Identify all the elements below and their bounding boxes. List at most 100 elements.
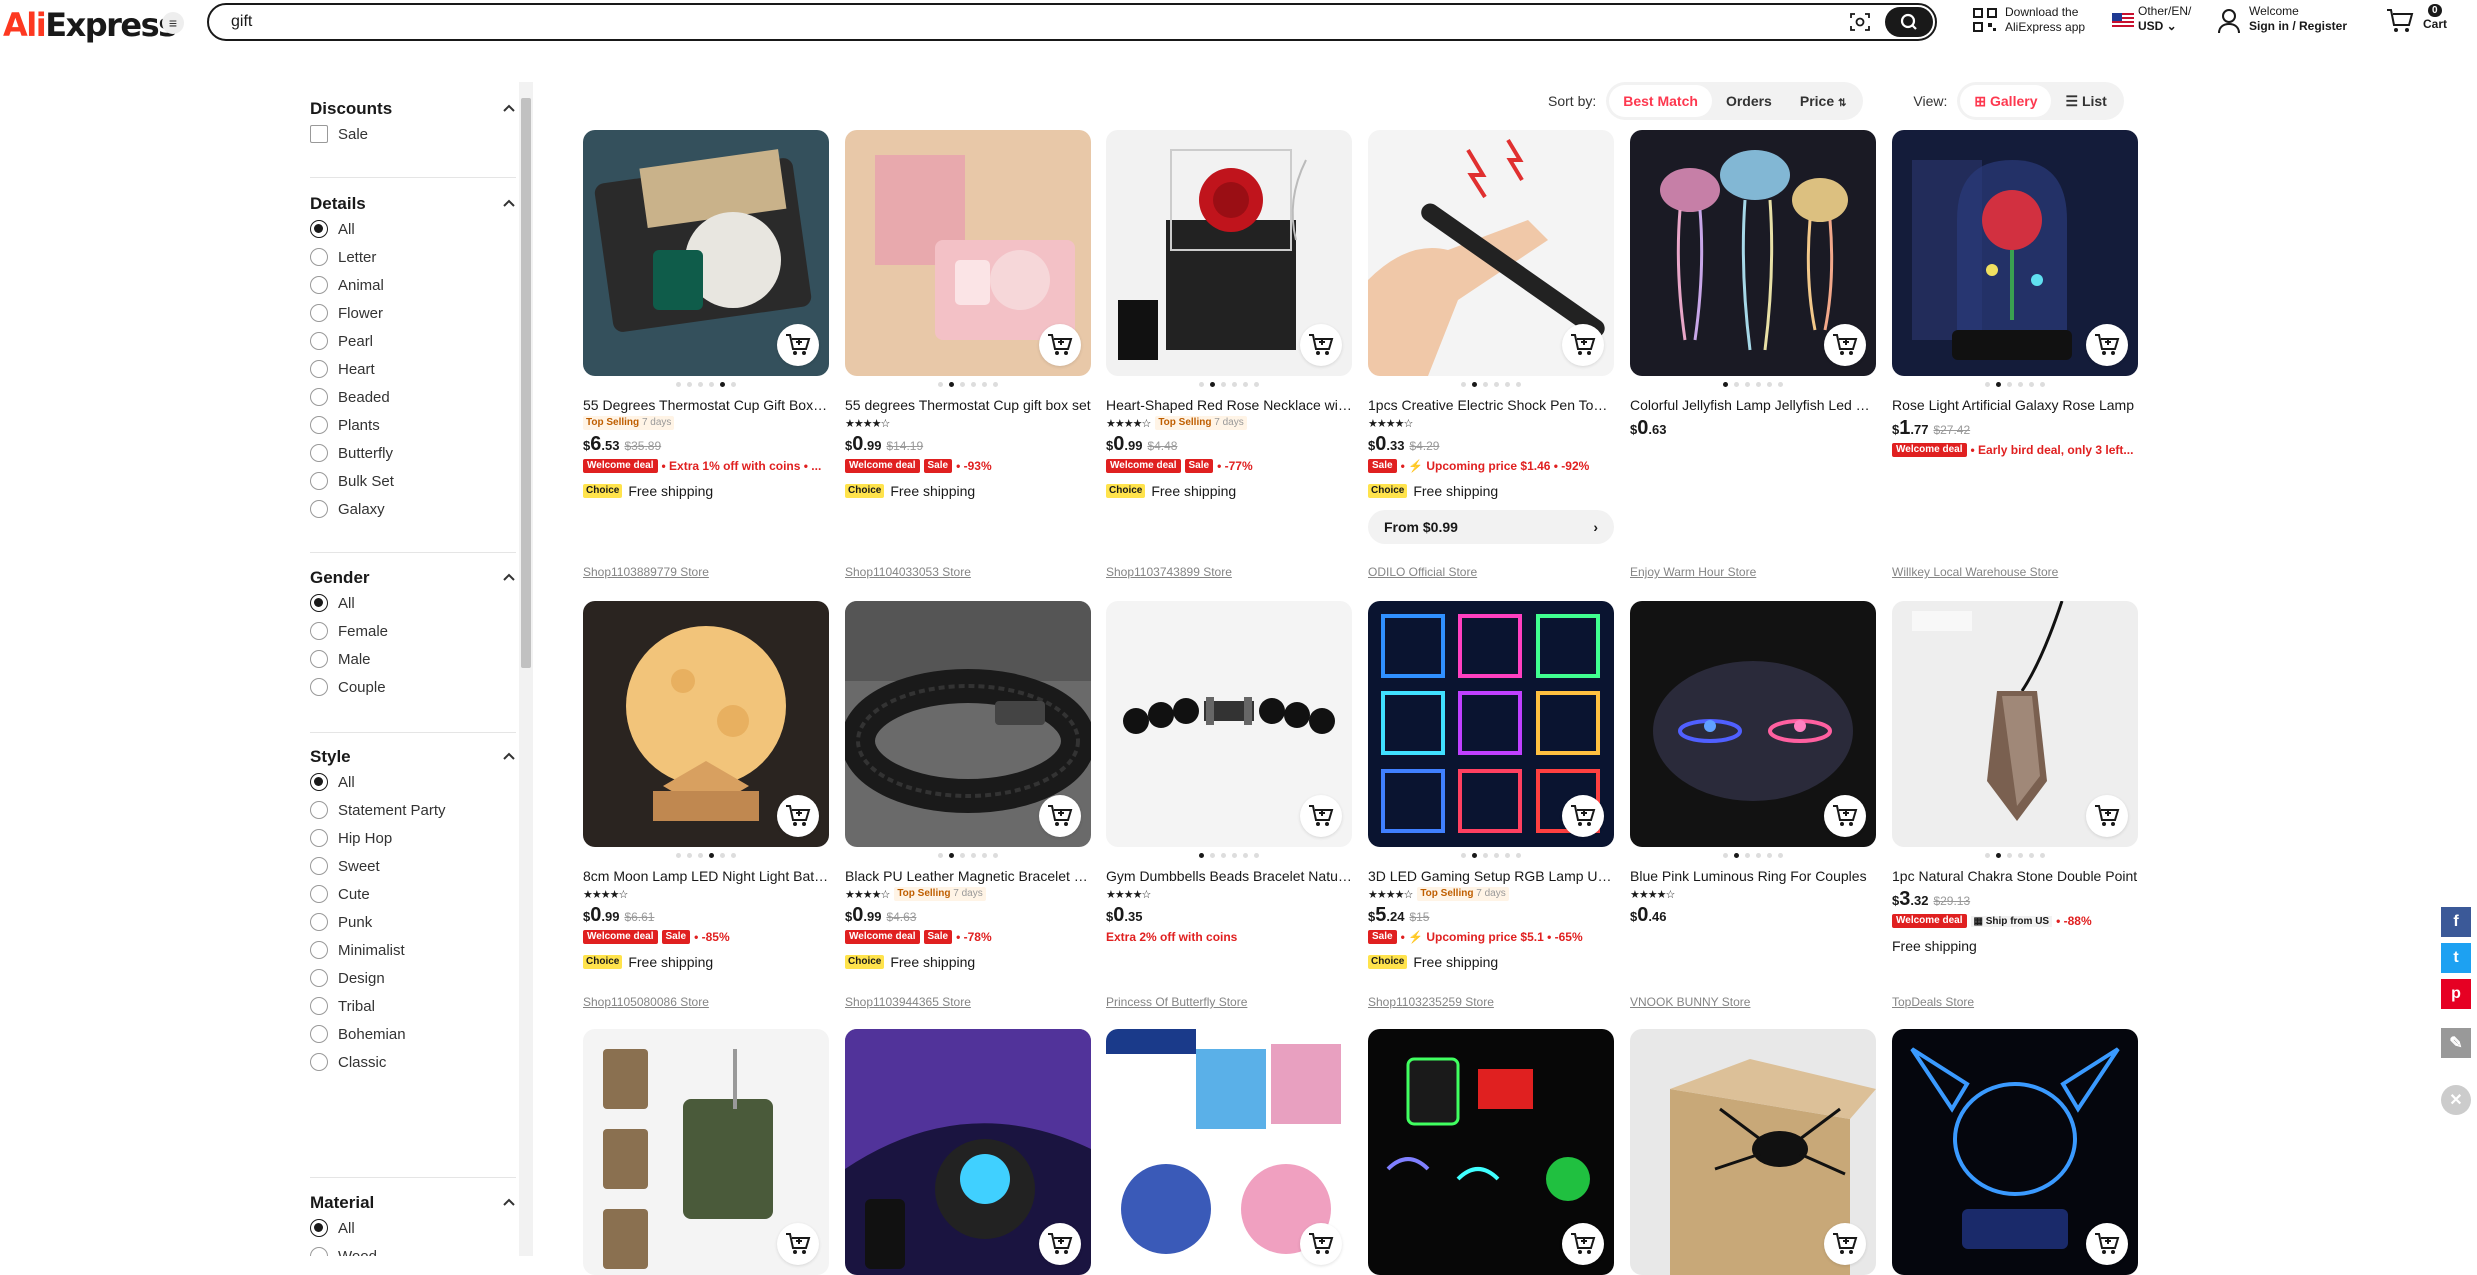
add-to-cart-button[interactable] [2086,795,2128,837]
add-to-cart-button[interactable] [777,324,819,366]
product-image[interactable] [845,130,1091,376]
image-carousel-dots[interactable] [845,853,1091,863]
product-image[interactable] [1892,130,2138,376]
carousel-dot[interactable] [676,853,681,858]
product-card[interactable]: Blue Pink Luminous Ring For Couples ★★★★☆… [1630,601,1876,1009]
add-to-cart-button[interactable] [2086,1223,2128,1265]
radio-button[interactable] [310,332,328,350]
product-image[interactable] [1368,130,1614,376]
radio-button[interactable] [310,1247,328,1256]
carousel-dot[interactable] [982,382,987,387]
carousel-dot[interactable] [1483,382,1488,387]
product-title[interactable]: Heart-Shaped Red Rose Necklace with Gift… [1106,395,1352,415]
product-image[interactable] [1630,130,1876,376]
carousel-dot[interactable] [1756,853,1761,858]
radio-button[interactable] [310,941,328,959]
product-card[interactable] [845,1029,1091,1275]
filter-option[interactable]: Tribal [310,992,516,1020]
radio-button[interactable] [310,220,328,238]
cart[interactable]: 0 Cart [2386,4,2447,32]
view-gallery[interactable]: ⊞ Gallery [1960,85,2052,117]
carousel-dot[interactable] [1734,853,1739,858]
carousel-dot[interactable] [1461,853,1466,858]
product-title[interactable]: Colorful Jellyfish Lamp Jellyfish Led La… [1630,395,1876,415]
store-link[interactable]: Shop1105080086 Store [583,995,709,1009]
add-to-cart-button[interactable] [777,795,819,837]
image-carousel-dots[interactable] [1368,853,1614,863]
store-link[interactable]: ODILO Official Store [1368,565,1477,579]
radio-button[interactable] [310,997,328,1015]
filter-option[interactable]: Flower [310,299,516,327]
add-to-cart-button[interactable] [1039,1223,1081,1265]
image-carousel-dots[interactable] [583,853,829,863]
product-image[interactable] [1630,1029,1876,1275]
menu-icon[interactable]: ≡ [162,12,184,34]
pinterest-share-icon[interactable]: p [2441,979,2471,1009]
carousel-dot[interactable] [2018,853,2023,858]
filter-option[interactable]: Bohemian [310,1020,516,1048]
filter-option[interactable]: Plants [310,411,516,439]
carousel-dot[interactable] [1472,853,1477,858]
carousel-dot[interactable] [731,853,736,858]
filter-option[interactable]: Heart [310,355,516,383]
search-input[interactable] [231,12,1831,32]
filter-option[interactable]: Pearl [310,327,516,355]
store-link[interactable]: Princess Of Butterfly Store [1106,995,1247,1009]
product-title[interactable]: 1pc Natural Chakra Stone Double Point [1892,866,2138,886]
radio-button[interactable] [310,248,328,266]
product-card[interactable]: 3D LED Gaming Setup RGB Lamp USB ★★★★☆ Top… [1368,601,1614,1009]
product-title[interactable]: 55 degrees Thermostat Cup gift box set [845,395,1091,415]
product-image[interactable] [845,601,1091,847]
carousel-dot[interactable] [1756,382,1761,387]
radio-button[interactable] [310,416,328,434]
add-to-cart-button[interactable] [1300,324,1342,366]
search-button[interactable] [1885,7,1933,37]
carousel-dot[interactable] [1516,382,1521,387]
filter-option[interactable]: Sweet [310,852,516,880]
filter-option[interactable]: Design [310,964,516,992]
carousel-dot[interactable] [1767,853,1772,858]
product-card[interactable] [1892,1029,2138,1275]
carousel-dot[interactable] [2018,382,2023,387]
carousel-dot[interactable] [1494,853,1499,858]
add-to-cart-button[interactable] [2086,324,2128,366]
image-carousel-dots[interactable] [1892,853,2138,863]
product-title[interactable]: 3D LED Gaming Setup RGB Lamp USB [1368,866,1614,886]
filter-option[interactable]: Galaxy [310,495,516,523]
carousel-dot[interactable] [1254,382,1259,387]
carousel-dot[interactable] [1199,382,1204,387]
product-title[interactable]: Gym Dumbbells Beads Bracelet Natural Sto… [1106,866,1352,886]
image-carousel-dots[interactable] [583,382,829,392]
from-price-button[interactable]: From $0.99 › [1368,510,1614,544]
carousel-dot[interactable] [1745,853,1750,858]
product-title[interactable]: 8cm Moon Lamp LED Night Light Battery [583,866,829,886]
carousel-dot[interactable] [1243,382,1248,387]
filter-option[interactable]: Cute [310,880,516,908]
filter-option[interactable]: All [310,1214,516,1242]
filter-title[interactable]: Discounts [310,98,516,120]
chevron-up-icon[interactable] [502,198,516,208]
sort-orders[interactable]: Orders [1712,85,1786,117]
twitter-share-icon[interactable]: t [2441,943,2471,973]
image-carousel-dots[interactable] [1106,382,1352,392]
product-card[interactable]: 55 Degrees Thermostat Cup Gift Box Set To… [583,130,829,579]
product-image[interactable] [583,601,829,847]
carousel-dot[interactable] [2040,853,2045,858]
radio-button[interactable] [310,388,328,406]
product-card[interactable]: Gym Dumbbells Beads Bracelet Natural Sto… [1106,601,1352,1009]
radio-button[interactable] [310,1053,328,1071]
add-to-cart-button[interactable] [1039,795,1081,837]
close-icon[interactable]: ✕ [2441,1085,2471,1115]
add-to-cart-button[interactable] [1562,324,1604,366]
filter-option[interactable]: All [310,589,516,617]
product-title[interactable]: Rose Light Artificial Galaxy Rose Lamp [1892,395,2138,415]
filter-option[interactable]: Butterfly [310,439,516,467]
carousel-dot[interactable] [1996,382,2001,387]
carousel-dot[interactable] [1778,382,1783,387]
carousel-dot[interactable] [949,853,954,858]
carousel-dot[interactable] [1243,853,1248,858]
chevron-up-icon[interactable] [502,1197,516,1207]
image-carousel-dots[interactable] [1892,382,2138,392]
sort-price[interactable]: Price ⇅ [1786,85,1861,117]
carousel-dot[interactable] [1723,853,1728,858]
